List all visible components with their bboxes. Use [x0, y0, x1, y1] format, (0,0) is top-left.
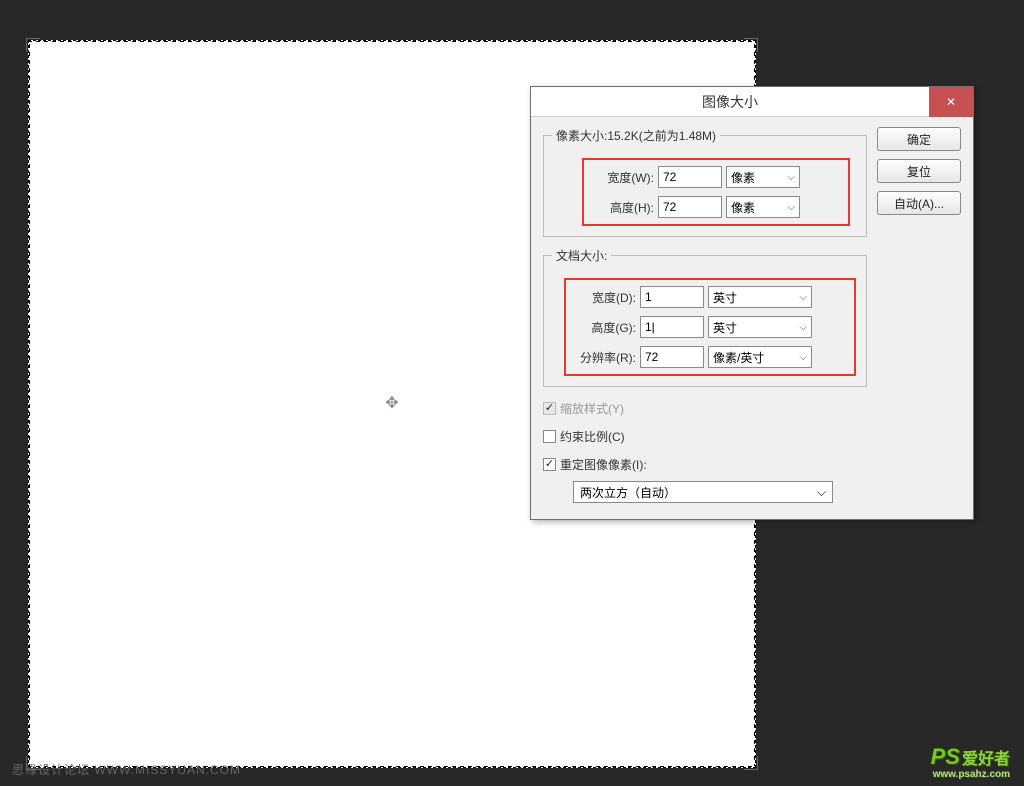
- doc-width-input[interactable]: [640, 286, 704, 308]
- resolution-unit-select[interactable]: 像素/英寸⌵: [708, 346, 812, 368]
- scale-styles-checkbox: [543, 402, 556, 415]
- reset-button[interactable]: 复位: [877, 159, 961, 183]
- width-unit-select[interactable]: 像素⌵: [726, 166, 800, 188]
- resolution-input[interactable]: [640, 346, 704, 368]
- dialog-titlebar[interactable]: 图像大小: [531, 87, 973, 117]
- chevron-down-icon: ⌵: [787, 202, 795, 213]
- resample-method-select[interactable]: 两次立方（自动）⌵: [573, 481, 833, 503]
- close-button[interactable]: [929, 87, 973, 117]
- dialog-title: 图像大小: [531, 92, 929, 112]
- height-input[interactable]: [658, 196, 722, 218]
- ok-button[interactable]: 确定: [877, 127, 961, 151]
- watermark-right: PS爱好者 www.psahz.com: [931, 744, 1010, 780]
- constrain-label: 约束比例(C): [560, 428, 625, 445]
- scale-styles-row: 缩放样式(Y): [543, 397, 867, 419]
- height-label: 高度(H):: [590, 199, 654, 216]
- width-label: 宽度(W):: [590, 169, 654, 186]
- doc-width-label: 宽度(D):: [572, 289, 636, 306]
- chevron-down-icon: ⌵: [817, 485, 826, 500]
- scale-styles-label: 缩放样式(Y): [560, 400, 624, 417]
- doc-height-unit-select[interactable]: 英寸⌵: [708, 316, 812, 338]
- annotation-box-doc: 宽度(D): 英寸⌵ 高度(G): 英寸⌵ 分辨率(R): 像素/英寸⌵: [564, 278, 856, 376]
- resample-checkbox[interactable]: [543, 458, 556, 471]
- move-cursor-icon: ✥: [384, 396, 400, 412]
- auto-button[interactable]: 自动(A)...: [877, 191, 961, 215]
- chevron-down-icon: ⌵: [787, 172, 795, 183]
- resample-row[interactable]: 重定图像像素(I):: [543, 453, 867, 475]
- doc-height-label: 高度(G):: [572, 319, 636, 336]
- doc-width-unit-select[interactable]: 英寸⌵: [708, 286, 812, 308]
- watermark-left: 思缘设计论坛 WWW.MISSYUAN.COM: [12, 761, 241, 778]
- constrain-checkbox[interactable]: [543, 430, 556, 443]
- crop-handle-br[interactable]: [744, 756, 758, 770]
- doc-legend: 文档大小:: [552, 247, 611, 264]
- crop-handle-tl[interactable]: [26, 38, 40, 52]
- document-size-group: 文档大小: 宽度(D): 英寸⌵ 高度(G): 英寸⌵ 分辨率(R):: [543, 247, 867, 387]
- width-input[interactable]: [658, 166, 722, 188]
- height-unit-select[interactable]: 像素⌵: [726, 196, 800, 218]
- pixel-dimensions-group: 像素大小:15.2K(之前为1.48M) 宽度(W): 像素⌵ 高度(H): 像…: [543, 127, 867, 237]
- constrain-row[interactable]: 约束比例(C): [543, 425, 867, 447]
- pixel-legend: 像素大小:15.2K(之前为1.48M): [552, 127, 720, 144]
- image-size-dialog: 图像大小 像素大小:15.2K(之前为1.48M) 宽度(W): 像素⌵ 高度(…: [530, 86, 974, 520]
- resample-label: 重定图像像素(I):: [560, 456, 647, 473]
- chevron-down-icon: ⌵: [799, 322, 807, 333]
- annotation-box-pixel: 宽度(W): 像素⌵ 高度(H): 像素⌵: [582, 158, 850, 226]
- crop-handle-tr[interactable]: [744, 38, 758, 52]
- chevron-down-icon: ⌵: [799, 352, 807, 363]
- doc-height-input[interactable]: [640, 316, 704, 338]
- resolution-label: 分辨率(R):: [572, 349, 636, 366]
- chevron-down-icon: ⌵: [799, 292, 807, 303]
